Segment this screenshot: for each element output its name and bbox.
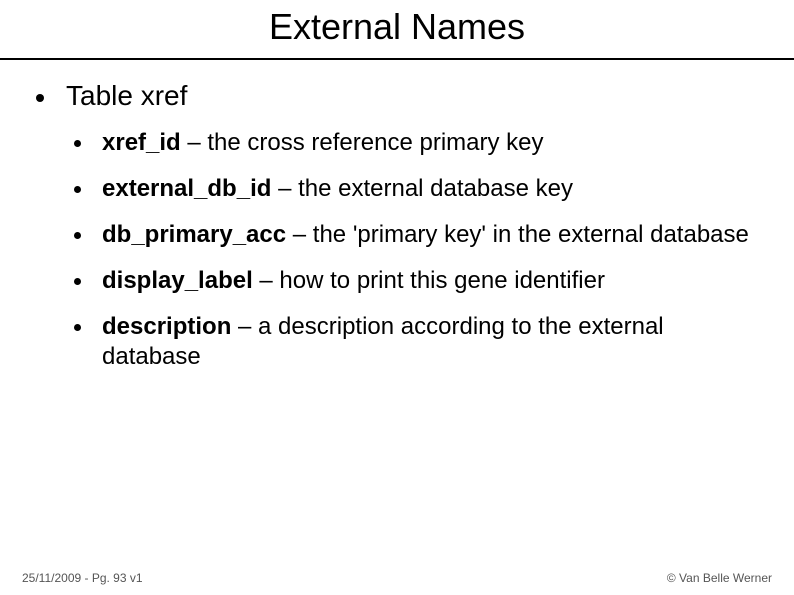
- list-item: xref_id – the cross reference primary ke…: [66, 128, 764, 158]
- list-item: Table xref xref_id – the cross reference…: [30, 80, 764, 372]
- list-item: external_db_id – the external database k…: [66, 174, 764, 204]
- footer-left: 25/11/2009 - Pg. 93 v1: [22, 571, 143, 585]
- list-item: display_label – how to print this gene i…: [66, 266, 764, 296]
- footer-right: © Van Belle Werner: [667, 571, 772, 585]
- slide-title: External Names: [0, 0, 794, 58]
- slide-content: Table xref xref_id – the cross reference…: [0, 60, 794, 372]
- term-description: – how to print this gene identifier: [253, 267, 605, 294]
- section-heading: Table xref: [66, 80, 187, 111]
- term-description: – the cross reference primary key: [181, 129, 544, 156]
- term: display_label: [102, 267, 253, 294]
- term: description: [102, 313, 231, 340]
- slide-footer: 25/11/2009 - Pg. 93 v1 © Van Belle Werne…: [0, 571, 794, 585]
- term: db_primary_acc: [102, 221, 286, 248]
- term-description: – the external database key: [271, 175, 573, 202]
- list-item: db_primary_acc – the 'primary key' in th…: [66, 220, 764, 250]
- list-item: description – a description according to…: [66, 312, 764, 372]
- term: external_db_id: [102, 175, 271, 202]
- term-description: – the 'primary key' in the external data…: [286, 221, 749, 248]
- term: xref_id: [102, 129, 181, 156]
